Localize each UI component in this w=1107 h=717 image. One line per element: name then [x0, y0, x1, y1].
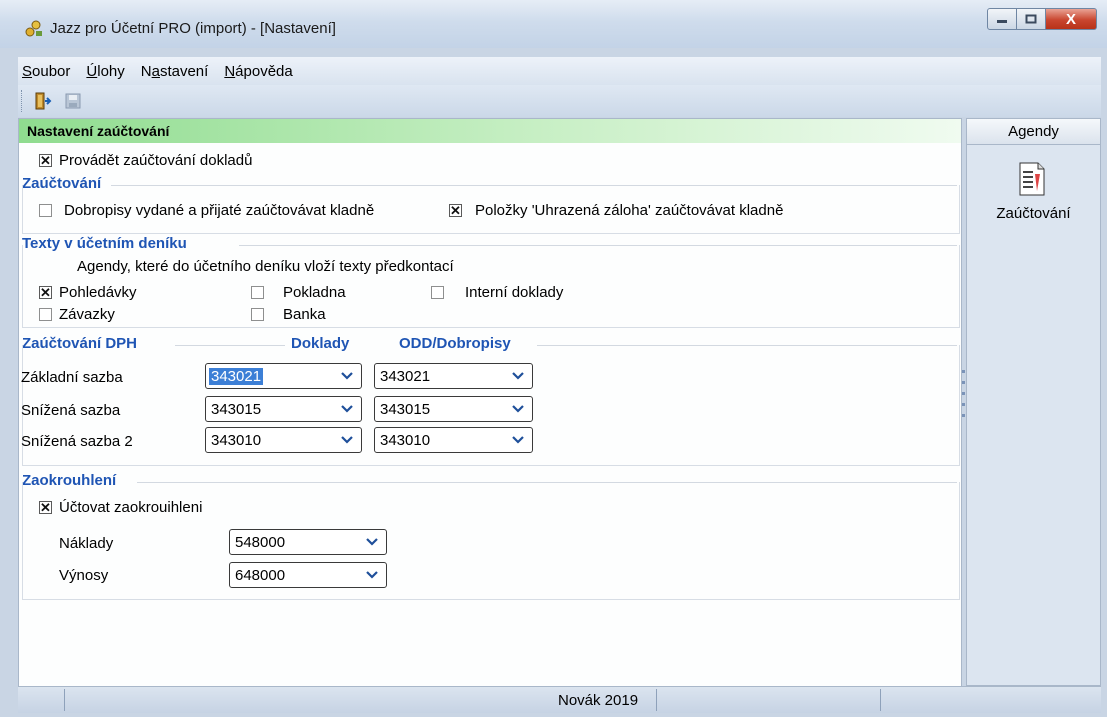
app-icon — [25, 20, 42, 37]
menu-soubor[interactable]: Soubor — [22, 63, 70, 80]
pokladna-checkbox[interactable] — [251, 286, 264, 299]
status-text: Novák 2019 — [558, 692, 639, 709]
select-value: 343010 — [380, 432, 431, 449]
banka-label: Banka — [283, 306, 326, 323]
title-bar: Jazz pro Účetní PRO (import) - [Nastaven… — [0, 0, 1107, 48]
select-value: 343021 — [209, 368, 264, 385]
document-icon[interactable] — [1016, 161, 1048, 197]
dph-row-label: Základní sazba — [21, 369, 123, 386]
interni-label: Interní doklady — [465, 284, 564, 301]
window-title: Jazz pro Účetní PRO (import) - [Nastaven… — [50, 20, 336, 37]
zakladni-doklady-select[interactable]: 343021 — [205, 363, 362, 389]
chevron-down-icon[interactable] — [505, 365, 531, 387]
panel-header: Nastavení zaúčtování — [19, 119, 961, 143]
polozky-checkbox[interactable]: ✕ — [449, 204, 462, 217]
provadet-checkbox[interactable]: ✕ — [39, 154, 52, 167]
chevron-down-icon[interactable] — [505, 398, 531, 420]
chevron-down-icon[interactable] — [334, 398, 360, 420]
snizena-doklady-select[interactable]: 343015 — [205, 396, 362, 422]
uctovat-checkbox[interactable]: ✕ — [39, 501, 52, 514]
status-divider — [880, 689, 881, 711]
banka-checkbox[interactable] — [251, 308, 264, 321]
toolbar — [18, 85, 1101, 117]
snizena2-odd-select[interactable]: 343010 — [374, 427, 533, 453]
interni-checkbox[interactable] — [431, 286, 444, 299]
select-value: 343021 — [380, 368, 431, 385]
pokladna-label: Pokladna — [283, 284, 346, 301]
pohledavky-label: Pohledávky — [59, 284, 137, 301]
status-divider — [656, 689, 657, 711]
naklady-select[interactable]: 548000 — [229, 529, 387, 555]
naklady-label: Náklady — [59, 535, 114, 552]
polozky-label: Položky 'Uhrazená záloha' zaúčtovávat kl… — [475, 202, 784, 219]
select-value: 343015 — [380, 401, 431, 418]
minimize-icon — [997, 20, 1007, 23]
agendy-header: Agendy — [967, 119, 1100, 145]
dph-row-label: Snížená sazba 2 — [21, 433, 133, 450]
select-value: 343015 — [211, 401, 262, 418]
toolbar-grip[interactable] — [21, 90, 25, 112]
chevron-down-icon[interactable] — [334, 429, 360, 451]
settings-panel: Nastavení zaúčtování ✕ Provádět zaúčtová… — [18, 118, 962, 688]
uctovat-label: Účtovat zaokrouihleni — [59, 499, 203, 516]
exit-door-icon — [35, 92, 52, 110]
maximize-icon — [1025, 14, 1037, 24]
chevron-down-icon[interactable] — [359, 564, 385, 586]
vynosy-select[interactable]: 648000 — [229, 562, 387, 588]
texty-description: Agendy, které do účetního deníku vloží t… — [77, 258, 454, 275]
menu-nastaveni[interactable]: Nastavení — [141, 63, 209, 80]
menu-napoveda[interactable]: Nápověda — [224, 63, 292, 80]
minimize-button[interactable] — [987, 8, 1017, 30]
close-icon: X — [1065, 10, 1076, 28]
select-value: 343010 — [211, 432, 262, 449]
menu-bar: Soubor Úlohy Nastavení Nápověda — [18, 57, 1101, 85]
select-value: 648000 — [235, 567, 286, 584]
chevron-down-icon[interactable] — [359, 531, 385, 553]
zavazky-checkbox[interactable] — [39, 308, 52, 321]
close-button[interactable]: X — [1046, 8, 1097, 30]
snizena-odd-select[interactable]: 343015 — [374, 396, 533, 422]
dph-row-label: Snížená sazba — [21, 402, 121, 419]
provadet-label: Provádět zaúčtování dokladů — [59, 152, 253, 169]
snizena2-doklady-select[interactable]: 343010 — [205, 427, 362, 453]
select-value: 548000 — [235, 534, 286, 551]
status-bar: Novák 2019 — [18, 686, 1101, 713]
vynosy-label: Výnosy — [59, 567, 109, 584]
dobropisy-checkbox[interactable] — [39, 204, 52, 217]
menu-ulohy[interactable]: Úlohy — [86, 63, 124, 80]
pohledavky-checkbox[interactable]: ✕ — [39, 286, 52, 299]
agenda-zauctovani-label[interactable]: Zaúčtování — [967, 205, 1100, 222]
exit-button[interactable] — [31, 89, 55, 113]
zavazky-label: Závazky — [59, 306, 115, 323]
save-button[interactable] — [61, 89, 85, 113]
status-divider — [64, 689, 65, 711]
agendy-pane: Agendy Zaúčtování — [966, 118, 1101, 686]
maximize-button[interactable] — [1017, 8, 1046, 30]
save-disk-icon — [65, 93, 81, 109]
chevron-down-icon[interactable] — [505, 429, 531, 451]
chevron-down-icon[interactable] — [334, 365, 360, 387]
dobropisy-label: Dobropisy vydané a přijaté zaúčtovávat k… — [64, 202, 375, 219]
zakladni-odd-select[interactable]: 343021 — [374, 363, 533, 389]
